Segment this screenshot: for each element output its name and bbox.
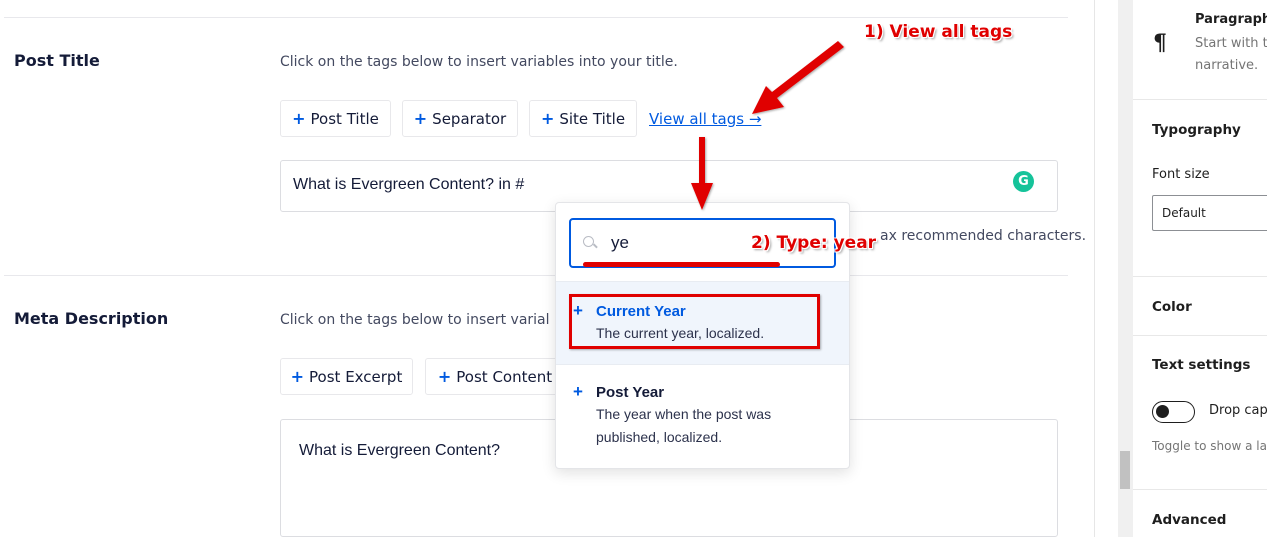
tag-separator-button[interactable]: + Separator <box>402 100 518 137</box>
plus-icon: + <box>290 367 305 386</box>
grammarly-glyph: G <box>1018 174 1029 189</box>
block-description: Start with t <box>1195 36 1267 51</box>
tag-label: Post Excerpt <box>309 367 403 386</box>
font-size-select[interactable]: Default <box>1152 195 1267 231</box>
drop-cap-toggle[interactable] <box>1152 401 1195 423</box>
main-settings-area: Post Title Click on the tags below to in… <box>0 0 1086 537</box>
plus-icon: + <box>292 109 306 128</box>
meta-description-hint: Click on the tags below to insert varial <box>280 312 550 328</box>
text-settings-panel-toggle[interactable]: Text settings <box>1152 357 1250 373</box>
tag-post-title-button[interactable]: + Post Title <box>280 100 391 137</box>
view-all-tags-link[interactable]: View all tags → <box>649 110 761 128</box>
sidebar-divider <box>1133 489 1267 490</box>
post-title-label: Post Title <box>14 51 100 70</box>
tag-option-description: The year when the post was <box>596 406 772 422</box>
sidebar-border <box>1094 0 1095 537</box>
section-divider <box>4 275 1068 276</box>
grammarly-icon[interactable]: G <box>1013 171 1034 192</box>
tag-label: Post Title <box>310 109 379 128</box>
annotation-underline <box>583 262 780 267</box>
block-settings-sidebar: ¶ Paragraph Start with t narrative. Typo… <box>1133 0 1267 537</box>
section-divider <box>4 17 1068 18</box>
sidebar-divider <box>1133 335 1267 336</box>
typography-panel-toggle[interactable]: Typography <box>1152 122 1241 138</box>
sidebar-divider <box>1133 276 1267 277</box>
post-title-hint: Click on the tags below to insert variab… <box>280 54 678 70</box>
tag-option-name: Post Year <box>596 384 665 401</box>
paragraph-icon: ¶ <box>1153 30 1167 56</box>
plus-icon: + <box>573 382 583 401</box>
annotation-highlight-box <box>569 294 820 349</box>
drop-cap-label: Drop cap <box>1209 403 1267 418</box>
advanced-panel-toggle[interactable]: Advanced <box>1152 512 1226 528</box>
tag-label: Separator <box>432 109 507 128</box>
font-size-label: Font size <box>1152 167 1210 182</box>
tag-option-description: published, localized. <box>596 429 723 445</box>
search-icon <box>583 236 597 250</box>
meta-description-label: Meta Description <box>14 309 169 328</box>
block-description: narrative. <box>1195 58 1259 73</box>
annotation-step-2: 2) Type: year <box>751 233 877 253</box>
plus-icon: + <box>540 109 555 128</box>
tag-post-excerpt-button[interactable]: + Post Excerpt <box>280 358 413 395</box>
drop-cap-help: Toggle to show a la <box>1152 439 1267 453</box>
tag-label: Site Title <box>559 109 626 128</box>
plus-icon: + <box>413 109 428 128</box>
sidebar-scrollbar-thumb[interactable] <box>1120 451 1130 489</box>
tag-site-title-button[interactable]: + Site Title <box>529 100 637 137</box>
tag-label: Post Content <box>456 367 553 386</box>
plus-icon: + <box>437 367 452 386</box>
sidebar-divider <box>1133 99 1267 100</box>
character-count-hint: ax recommended characters. <box>880 228 1087 244</box>
block-title: Paragraph <box>1195 12 1267 27</box>
tag-option-post-year[interactable]: + Post Year The year when the post was p… <box>556 382 849 449</box>
color-panel-toggle[interactable]: Color <box>1152 299 1192 315</box>
annotation-step-1: 1) View all tags <box>864 22 1013 42</box>
tag-post-content-button[interactable]: + Post Content <box>425 358 565 395</box>
